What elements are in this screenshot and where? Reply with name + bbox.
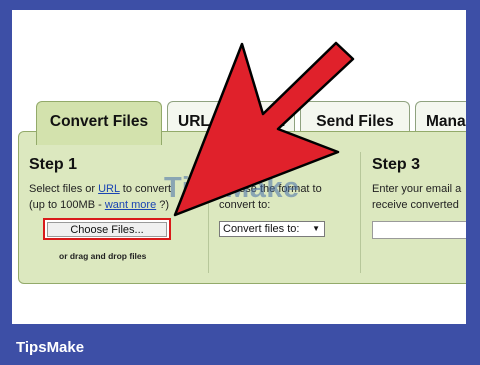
tab-label: URL Converter <box>178 113 288 130</box>
column-divider <box>360 152 361 273</box>
step3-line2: receive converted <box>372 199 459 211</box>
column-divider <box>208 152 209 273</box>
choose-files-highlight: Choose Files... <box>43 218 171 240</box>
convert-panel: Step 1 Select files or URL to convert (u… <box>18 131 466 284</box>
drag-drop-hint: or drag and drop files <box>59 251 147 261</box>
want-more-link[interactable]: want more <box>105 199 156 211</box>
watermark-text: TipsMake <box>164 172 300 204</box>
url-link[interactable]: URL <box>98 183 120 195</box>
screenshot-frame: Convert Files URL Converter Send Files M… <box>12 10 466 324</box>
step1-text: (up to 100MB - <box>29 199 105 211</box>
format-select[interactable]: Convert files to: ▼ <box>219 221 325 237</box>
tab-label: Convert Files <box>49 113 149 130</box>
choose-files-button[interactable]: Choose Files... <box>47 221 167 237</box>
step1-text: Select files or <box>29 183 99 195</box>
dropdown-arrow-icon: ▼ <box>312 224 320 233</box>
step3-title: Step 3 <box>372 156 421 173</box>
step1-title: Step 1 <box>29 156 78 173</box>
tab-convert-files[interactable]: Convert Files <box>36 101 162 145</box>
brand-logo: TipsMake <box>16 339 85 356</box>
step3-description: Enter your email a receive converted <box>372 181 466 213</box>
tab-label: Manage <box>426 113 466 130</box>
step3-line1: Enter your email a <box>372 183 462 195</box>
format-select-value: Convert files to: <box>223 223 300 235</box>
tab-label: Send Files <box>316 113 394 130</box>
email-input[interactable] <box>372 221 466 239</box>
